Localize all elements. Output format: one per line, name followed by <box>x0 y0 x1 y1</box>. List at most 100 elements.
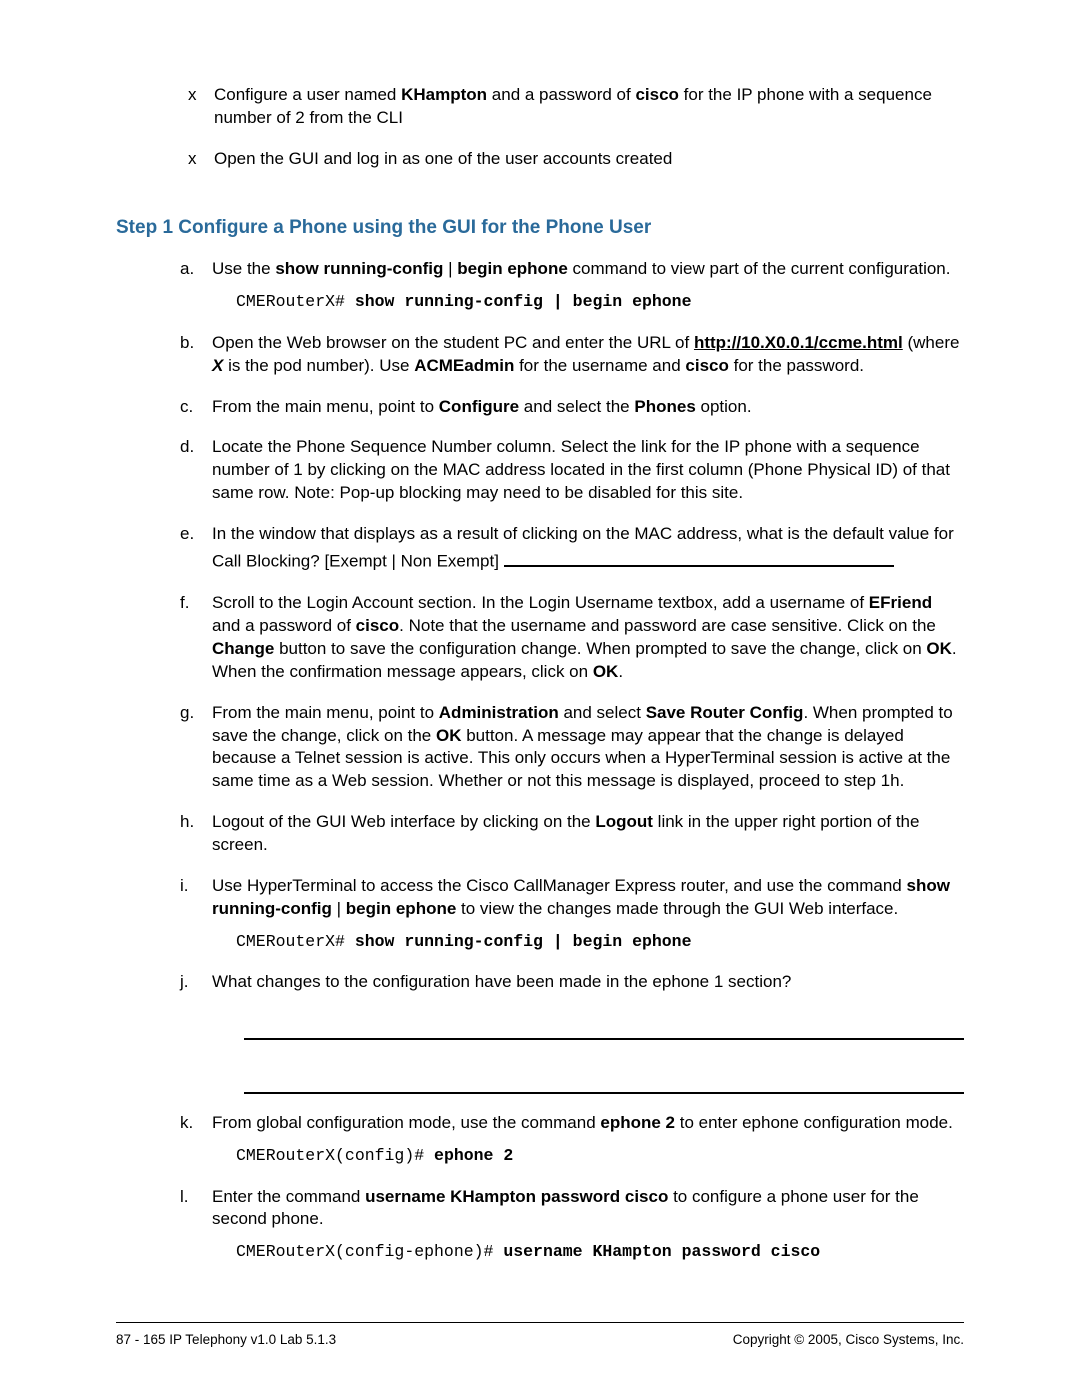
bold: OK <box>926 639 952 658</box>
text: is the pod number). Use <box>223 356 414 375</box>
intro-item-2: Open the GUI and log in as one of the us… <box>188 148 964 171</box>
marker: k. <box>180 1112 193 1135</box>
footer-right: Copyright © 2005, Cisco Systems, Inc. <box>733 1331 964 1349</box>
step-d: d. Locate the Phone Sequence Number colu… <box>180 436 964 505</box>
bold: Phones <box>634 397 695 416</box>
text: option. <box>696 397 752 416</box>
bold: Configure <box>439 397 519 416</box>
marker: l. <box>180 1186 189 1209</box>
text: What changes to the configuration have b… <box>212 972 791 991</box>
text: Open the GUI and log in as one of the us… <box>214 149 672 168</box>
prompt: CMERouterX(config-ephone)# <box>236 1242 503 1261</box>
text: and select <box>559 703 646 722</box>
step1-list: a. Use the show running-config | begin e… <box>116 258 964 1263</box>
bold: ephone 2 <box>600 1113 675 1132</box>
text: . Note that the username and password ar… <box>399 616 936 635</box>
text: for the username and <box>514 356 685 375</box>
marker: d. <box>180 436 194 459</box>
step-e: e. In the window that displays as a resu… <box>180 523 964 574</box>
text: From the main menu, point to <box>212 397 439 416</box>
step-g: g. From the main menu, point to Administ… <box>180 702 964 794</box>
marker: c. <box>180 396 193 419</box>
prompt: CMERouterX(config)# <box>236 1146 434 1165</box>
prompt: CMERouterX# <box>236 932 355 951</box>
text: Enter the command <box>212 1187 365 1206</box>
footer-left: 87 - 165 IP Telephony v1.0 Lab 5.1.3 <box>116 1331 336 1349</box>
intro-bullets: Configure a user named KHampton and a pa… <box>116 84 964 171</box>
text: Use the <box>212 259 275 278</box>
text: button to save the configuration change.… <box>274 639 926 658</box>
text: for the password. <box>729 356 864 375</box>
answer-line-1 <box>244 1012 964 1040</box>
text: to view the changes made through the GUI… <box>456 899 898 918</box>
step-b: b. Open the Web browser on the student P… <box>180 332 964 378</box>
text: Open the Web browser on the student PC a… <box>212 333 694 352</box>
text: . <box>618 662 623 681</box>
step-l: l. Enter the command username KHampton p… <box>180 1186 964 1264</box>
marker: f. <box>180 592 189 615</box>
text: and a password of <box>212 616 356 635</box>
prompt: CMERouterX# <box>236 292 355 311</box>
command: show running-config | begin ephone <box>355 932 692 951</box>
bold: begin ephone <box>346 899 457 918</box>
answer-blank <box>504 546 894 567</box>
marker: e. <box>180 523 194 546</box>
bold-italic: X <box>212 356 223 375</box>
bold: cisco <box>356 616 399 635</box>
answer-line-2 <box>244 1066 964 1094</box>
marker: h. <box>180 811 194 834</box>
step-k: k. From global configuration mode, use t… <box>180 1112 964 1167</box>
command: ephone 2 <box>434 1146 513 1165</box>
text: Scroll to the Login Account section. In … <box>212 593 869 612</box>
url-link: http://10.X0.0.1/ccme.html <box>694 333 903 352</box>
cli-block: CMERouterX(config-ephone)# username KHam… <box>236 1241 964 1263</box>
bold-name: KHampton <box>401 85 487 104</box>
text: Logout of the GUI Web interface by click… <box>212 812 595 831</box>
bold: Logout <box>595 812 653 831</box>
marker: j. <box>180 971 189 994</box>
text: Locate the Phone Sequence Number column.… <box>212 437 950 502</box>
bold: OK <box>593 662 619 681</box>
step-j: j. What changes to the configuration hav… <box>180 971 964 1094</box>
marker: b. <box>180 332 194 355</box>
cli-block: CMERouterX# show running-config | begin … <box>236 291 964 313</box>
text: | <box>332 899 346 918</box>
bold: show running-config <box>275 259 443 278</box>
bold: ACMEadmin <box>414 356 514 375</box>
text: Configure a user named <box>214 85 401 104</box>
bold: EFriend <box>869 593 932 612</box>
step-f: f. Scroll to the Login Account section. … <box>180 592 964 684</box>
step-h: h. Logout of the GUI Web interface by cl… <box>180 811 964 857</box>
step-i: i. Use HyperTerminal to access the Cisco… <box>180 875 964 953</box>
text: (where <box>903 333 960 352</box>
step1-heading: Step 1 Configure a Phone using the GUI f… <box>116 215 964 241</box>
bold-pwd: cisco <box>635 85 678 104</box>
text: to enter ephone configuration mode. <box>675 1113 953 1132</box>
text: | <box>443 259 457 278</box>
document-page: Configure a user named KHampton and a pa… <box>0 0 1080 1397</box>
bold: Change <box>212 639 274 658</box>
text: command to view part of the current conf… <box>568 259 951 278</box>
bold: OK <box>436 726 462 745</box>
marker: g. <box>180 702 194 725</box>
bold: username KHampton password cisco <box>365 1187 668 1206</box>
text: Use HyperTerminal to access the Cisco Ca… <box>212 876 906 895</box>
step-a: a. Use the show running-config | begin e… <box>180 258 964 313</box>
marker: i. <box>180 875 189 898</box>
text: and a password of <box>487 85 635 104</box>
text: and select the <box>519 397 634 416</box>
bold: Administration <box>439 703 559 722</box>
command: username KHampton password cisco <box>503 1242 820 1261</box>
step-c: c. From the main menu, point to Configur… <box>180 396 964 419</box>
marker: a. <box>180 258 194 281</box>
bold: cisco <box>685 356 728 375</box>
bold: begin ephone <box>457 259 568 278</box>
intro-item-1: Configure a user named KHampton and a pa… <box>188 84 964 130</box>
text: From global configuration mode, use the … <box>212 1113 600 1132</box>
cli-block: CMERouterX(config)# ephone 2 <box>236 1145 964 1167</box>
command: show running-config | begin ephone <box>355 292 692 311</box>
text: From the main menu, point to <box>212 703 439 722</box>
cli-block: CMERouterX# show running-config | begin … <box>236 931 964 953</box>
page-footer: 87 - 165 IP Telephony v1.0 Lab 5.1.3 Cop… <box>116 1322 964 1349</box>
bold: Save Router Config <box>646 703 804 722</box>
